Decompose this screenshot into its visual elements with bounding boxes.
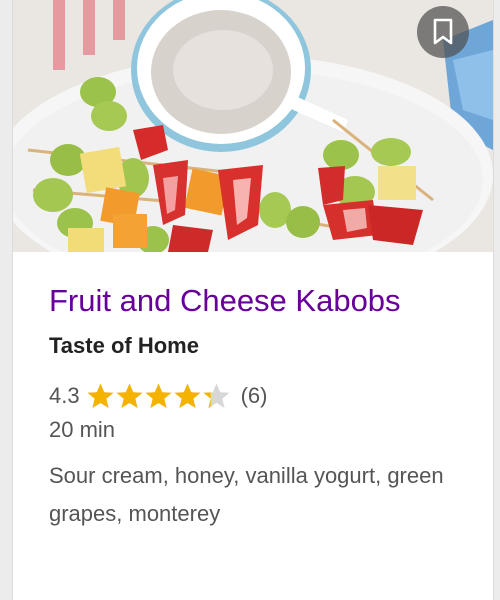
star-icon	[144, 382, 173, 410]
rating-stars	[86, 382, 231, 410]
rating-count: (6)	[240, 383, 268, 408]
recipe-card[interactable]: Fruit and Cheese Kabobs Taste of Home 4.…	[12, 0, 494, 600]
recipe-thumbnail[interactable]	[13, 0, 493, 252]
rating-row: 4.3 (6)	[49, 381, 469, 411]
recipe-source: Taste of Home	[49, 333, 199, 358]
cook-time: 20 min	[49, 417, 116, 442]
recipe-details: Fruit and Cheese Kabobs Taste of Home 4.…	[49, 278, 469, 533]
bookmark-icon	[433, 18, 453, 45]
rating-value: 4.3	[49, 383, 80, 408]
star-icon	[86, 382, 115, 410]
save-recipe-button[interactable]	[417, 6, 469, 58]
star-icon	[173, 382, 202, 410]
star-icon	[202, 382, 231, 410]
recipe-title[interactable]: Fruit and Cheese Kabobs	[49, 278, 469, 323]
star-icon	[115, 382, 144, 410]
ingredients-list: Sour cream, honey, vanilla yogurt, green…	[49, 463, 444, 526]
